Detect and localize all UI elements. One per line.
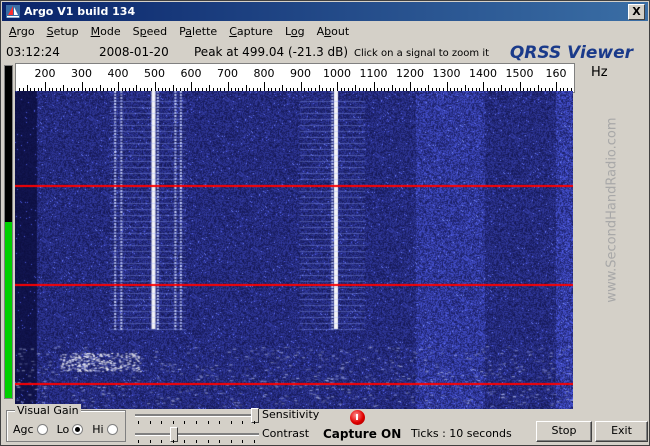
menu-item-speed[interactable]: Speed	[127, 22, 174, 41]
stop-button[interactable]: Stop	[536, 421, 592, 442]
frequency-scale[interactable]: 200 300 400 500 600 700 800 900 1000 1100 1200 1300…	[15, 63, 575, 93]
spectrogram-display[interactable]	[15, 91, 573, 409]
visual-gain-label: Visual Gain	[15, 404, 81, 417]
frequency-unit: Hz	[591, 65, 608, 80]
scale-label: 1200	[396, 67, 424, 80]
level-meter	[4, 65, 13, 399]
sensitivity-slider[interactable]	[135, 407, 259, 424]
contrast-slider[interactable]	[135, 426, 259, 443]
lo-label: Lo	[56, 423, 70, 436]
scale-label: 500	[144, 67, 165, 80]
capture-indicator-icon	[350, 410, 365, 425]
svg-text:www.SecondHandRadio.com: www.SecondHandRadio.com	[605, 117, 620, 302]
scale-label: 1100	[359, 67, 388, 80]
menu-item-capture[interactable]: Capture	[223, 22, 279, 41]
visual-gain-group: Visual Gain Agc Lo Hi	[6, 404, 126, 442]
scale-label: 700	[217, 67, 238, 80]
sensitivity-label: Sensitivity	[262, 408, 320, 421]
peak-readout: Peak at 499.04 (-21.3 dB)	[194, 45, 349, 59]
close-button[interactable]: X	[628, 4, 645, 20]
scale-label: 1500	[505, 67, 534, 80]
zoom-hint: Click on a signal to zoom it	[354, 48, 490, 59]
contrast-slider-thumb[interactable]	[169, 427, 178, 442]
info-bar: 03:12:24 2008-01-20 Peak at 499.04 (-21.…	[1, 42, 649, 63]
menu-item-palette[interactable]: Palette	[173, 22, 223, 41]
agc-label: Agc	[13, 423, 34, 436]
level-meter-fill	[5, 222, 12, 398]
capture-status: Capture ON	[323, 427, 402, 441]
spectrogram-canvas[interactable]	[15, 91, 573, 409]
scale-label: 1000	[323, 67, 351, 80]
watermark: www.SecondHandRadio.com	[605, 117, 620, 302]
scale-label: 900	[290, 67, 311, 80]
scale-label: 600	[180, 67, 202, 80]
exit-button[interactable]: Exit	[595, 421, 648, 442]
brand-logo: QRSS Viewer	[509, 43, 633, 63]
lo-radio[interactable]	[72, 424, 84, 435]
window-title: Argo V1 build 134	[24, 5, 136, 18]
menu-item-argo[interactable]: Argo	[3, 22, 41, 41]
agc-radio[interactable]	[36, 424, 48, 435]
scale-label: 300	[71, 67, 92, 80]
sensitivity-slider-thumb[interactable]	[251, 408, 259, 423]
scale-label: 1400	[469, 67, 497, 80]
menu-item-about[interactable]: About	[311, 22, 356, 41]
title-bar[interactable]: Argo V1 build 134 X	[2, 2, 648, 21]
ticks-readout: Ticks : 10 seconds	[411, 427, 512, 440]
clock-time: 03:12:24	[6, 45, 60, 59]
hi-radio[interactable]	[106, 424, 118, 435]
scale-label: 400	[107, 67, 129, 80]
app-sailboat-icon	[6, 5, 20, 18]
scale-label: 800	[253, 67, 275, 80]
scale-label: 1300	[432, 67, 461, 80]
contrast-label: Contrast	[262, 427, 310, 440]
scale-label: 160	[545, 67, 567, 80]
app-window: Argo V1 build 134 X Argo Setup Mode Speed Pa…	[0, 0, 650, 446]
menu-bar: Argo Setup Mode Speed Palette Capture Log About	[3, 22, 355, 41]
control-panel: Visual Gain Agc Lo Hi Sensitivity Contra…	[3, 404, 648, 444]
menu-item-mode[interactable]: Mode	[85, 22, 127, 41]
menu-item-log[interactable]: Log	[279, 22, 311, 41]
scale-label: 200	[34, 67, 56, 80]
hi-label: Hi	[92, 423, 104, 436]
capture-date: 2008-01-20	[99, 45, 169, 59]
menu-item-setup[interactable]: Setup	[41, 22, 85, 41]
